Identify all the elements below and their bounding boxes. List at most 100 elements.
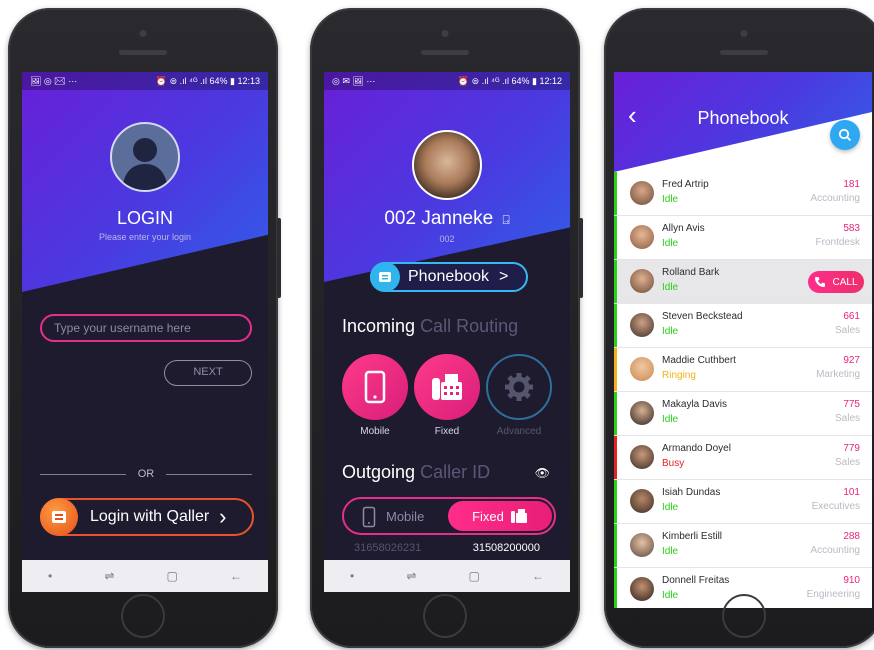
contact-department: Frontdesk [815, 237, 860, 248]
contact-department: Accounting [810, 193, 860, 204]
front-camera [740, 30, 748, 37]
contact-row[interactable]: Steven Beckstead Idle 661 Sales [614, 304, 872, 348]
status-bar-indicator [614, 524, 617, 567]
fixed-number: 31508200000 [472, 542, 540, 554]
nav-dot-icon[interactable]: • [48, 569, 52, 583]
caller-fixed-label: Fixed [472, 508, 504, 524]
status-icons-right: ⏰ ⊜ .ıl ⁴ᴳ .ıl 64% ▮ 12:13 [155, 75, 260, 86]
profile-extension: 002 [439, 234, 455, 244]
status-bar-indicator [614, 392, 617, 435]
status-bar: 🖼 ◎ ✉ ⋯ ⏰ ⊜ .ıl ⁴ᴳ .ıl 64% ▮ 12:13 [22, 72, 268, 90]
status-bar-indicator [614, 216, 617, 259]
contact-extension: 779 [843, 443, 860, 454]
contact-status: Idle [662, 414, 679, 425]
contact-avatar [630, 401, 654, 425]
incoming-strong: Incoming [342, 316, 416, 336]
android-nav-bar: • ⇌ ▢ ← [22, 560, 268, 592]
side-button [579, 218, 583, 298]
outgoing-heading: Outgoing Caller ID [342, 462, 490, 483]
contact-extension: 775 [843, 399, 860, 410]
desk-phone-icon [510, 509, 527, 523]
contact-department: Sales [834, 457, 860, 468]
status-icons-right: ⏰ ⊜ .ıl ⁴ᴳ .ıl 64% ▮ 12:12 [457, 75, 562, 86]
user-avatar-icon [110, 122, 180, 192]
contact-row-selected[interactable]: Rolland Bark Idle CALL [614, 260, 872, 304]
back-icon[interactable]: ← [532, 569, 544, 583]
contact-name: Maddie Cuthbert [662, 355, 736, 366]
username-input[interactable]: Type your username here [40, 314, 252, 342]
status-bar-indicator [614, 348, 617, 391]
caller-fixed-option[interactable]: Fixed [448, 501, 552, 531]
contact-avatar [630, 577, 654, 601]
recent-apps-icon[interactable]: ⇌ [406, 569, 416, 583]
status-bar-indicator [614, 568, 617, 608]
search-button[interactable] [830, 120, 860, 150]
call-button[interactable]: CALL [808, 271, 864, 293]
contact-avatar [630, 445, 654, 469]
front-camera [441, 30, 449, 37]
gear-icon [505, 373, 533, 401]
or-label: OR [137, 468, 155, 480]
caller-id-toggle[interactable]: Mobile Fixed [342, 497, 556, 535]
contact-row[interactable]: Allyn Avis Idle 583 Frontdesk [614, 216, 872, 260]
mobile-icon [364, 370, 386, 404]
contact-extension: 288 [843, 531, 860, 542]
route-advanced-label: Advanced [496, 426, 542, 437]
contact-department: Marketing [816, 369, 860, 380]
route-mobile-button[interactable] [342, 354, 408, 420]
contact-status: Ringing [662, 370, 696, 381]
home-icon[interactable]: ▢ [167, 569, 178, 583]
phone-profile: ◎ ✉ 🖼 ⋯ ⏰ ⊜ .ıl ⁴ᴳ .ıl 64% ▮ 12:12 002 J… [310, 8, 583, 648]
earpiece-speaker [119, 50, 167, 55]
status-bar-indicator [614, 436, 617, 479]
contact-name: Rolland Bark [662, 267, 720, 278]
contact-avatar [630, 357, 654, 381]
back-icon[interactable]: ← [230, 569, 242, 583]
chevron-right-icon: › [219, 504, 227, 529]
contact-extension: 101 [843, 487, 860, 498]
contact-status: Busy [662, 458, 685, 469]
contact-row[interactable]: Fred Artrip Idle 181 Accounting [614, 172, 872, 216]
status-icons-left: ◎ ✉ 🖼 ⋯ [332, 75, 376, 86]
contact-extension: 583 [843, 223, 860, 234]
contact-avatar [630, 489, 654, 513]
status-bar-indicator [614, 480, 617, 523]
route-advanced-button[interactable] [486, 354, 552, 420]
contact-row[interactable]: Makayla Davis Idle 775 Sales [614, 392, 872, 436]
contact-status: Idle [662, 282, 679, 293]
phonebook-icon [370, 262, 400, 292]
earpiece-speaker [720, 50, 768, 55]
login-subtitle: Please enter your login [98, 232, 192, 242]
home-icon[interactable]: ▢ [469, 569, 480, 583]
login-title: LOGIN [116, 208, 173, 228]
side-button [277, 218, 281, 298]
contact-name: Makayla Davis [662, 399, 728, 410]
contact-department: Executives [811, 501, 860, 512]
contact-department: Sales [834, 413, 860, 424]
status-icons-left: 🖼 ◎ ✉ ⋯ [30, 75, 78, 86]
home-button [121, 594, 165, 638]
phone-handset-icon [815, 277, 826, 287]
phone-login: 🖼 ◎ ✉ ⋯ ⏰ ⊜ .ıl ⁴ᴳ .ıl 64% ▮ 12:13 LOGIN… [8, 8, 281, 648]
contact-status: Idle [662, 238, 679, 249]
login-with-qaller-button[interactable]: Login with Qaller › [40, 498, 254, 536]
contact-avatar [630, 269, 654, 293]
phonebook-button[interactable]: Phonebook > [370, 262, 528, 292]
contact-row[interactable]: Kimberli Estill Idle 288 Accounting [614, 524, 872, 568]
recent-apps-icon[interactable]: ⇌ [104, 569, 114, 583]
contact-extension: 661 [843, 311, 860, 322]
eye-icon[interactable]: 👁 [535, 466, 550, 480]
next-button[interactable]: NEXT [164, 360, 252, 386]
nav-dot-icon[interactable]: • [350, 569, 354, 583]
contact-department: Engineering [806, 589, 860, 600]
caller-mobile-option[interactable]: Mobile [386, 509, 424, 524]
contact-name: Donnell Freitas [662, 575, 730, 586]
route-fixed-button[interactable] [414, 354, 480, 420]
home-button [423, 594, 467, 638]
contact-row[interactable]: Isiah Dundas Idle 101 Executives [614, 480, 872, 524]
contact-row[interactable]: Armando Doyel Busy 779 Sales [614, 436, 872, 480]
contact-row[interactable]: Maddie Cuthbert Ringing 927 Marketing [614, 348, 872, 392]
logout-icon[interactable]: ⍈ [502, 213, 509, 227]
call-label: CALL [832, 276, 858, 288]
contact-name: Allyn Avis [662, 223, 705, 234]
